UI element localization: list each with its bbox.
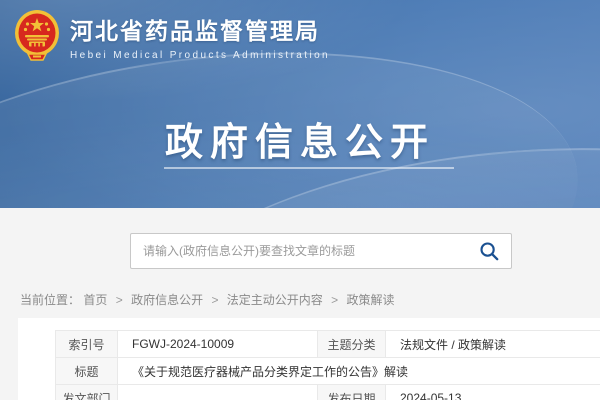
search-button[interactable]	[467, 234, 511, 268]
breadcrumb-separator: >	[331, 293, 338, 307]
breadcrumb-prefix: 当前位置：	[20, 293, 80, 307]
banner-title: 政府信息公开	[0, 111, 600, 166]
field-label-issuing-department: 发文部门	[56, 385, 118, 400]
field-value-publish-date: 2024-05-13	[386, 385, 600, 400]
table-row: 标题 《关于规范医疗器械产品分类界定工作的公告》解读	[56, 358, 600, 385]
field-label-title: 标题	[56, 358, 118, 385]
search-input[interactable]	[131, 234, 467, 268]
site-name: 河北省药品监督管理局	[70, 12, 330, 46]
breadcrumb-separator: >	[211, 293, 218, 307]
breadcrumb-item-home[interactable]: 首页	[83, 293, 107, 307]
site-name-english: Hebei Medical Products Administration	[70, 50, 330, 61]
table-row: 索引号 FGWJ-2024-10009 主题分类 法规文件 / 政策解读	[56, 331, 600, 358]
breadcrumb-separator: >	[116, 293, 123, 307]
search-icon	[479, 241, 499, 261]
table-row: 发文部门 发布日期 2024-05-13	[56, 385, 600, 400]
breadcrumb-item-policy-interpretation[interactable]: 政策解读	[347, 293, 395, 307]
field-value-index-number: FGWJ-2024-10009	[118, 331, 318, 358]
search-bar	[130, 233, 512, 269]
banner-title-underline	[164, 167, 454, 169]
field-label-publish-date: 发布日期	[318, 385, 386, 400]
field-label-index-number: 索引号	[56, 331, 118, 358]
china-national-emblem-icon	[14, 9, 60, 63]
header-banner: 河北省药品监督管理局 Hebei Medical Products Admini…	[0, 0, 600, 208]
field-value-issuing-department	[118, 385, 318, 400]
field-value-topic-category: 法规文件 / 政策解读	[386, 331, 600, 358]
field-value-title: 《关于规范医疗器械产品分类界定工作的公告》解读	[118, 358, 600, 385]
breadcrumb-item-statutory-disclosure-content[interactable]: 法定主动公开内容	[227, 293, 323, 307]
breadcrumb: 当前位置： 首页 > 政府信息公开 > 法定主动公开内容 > 政策解读	[20, 291, 395, 308]
site-logo[interactable]: 河北省药品监督管理局 Hebei Medical Products Admini…	[14, 9, 330, 63]
breadcrumb-item-gov-info-disclosure[interactable]: 政府信息公开	[131, 293, 203, 307]
info-table: 索引号 FGWJ-2024-10009 主题分类 法规文件 / 政策解读 标题 …	[55, 330, 600, 400]
site-title-group: 河北省药品监督管理局 Hebei Medical Products Admini…	[70, 12, 330, 61]
page: 河北省药品监督管理局 Hebei Medical Products Admini…	[0, 0, 600, 400]
content-card: 索引号 FGWJ-2024-10009 主题分类 法规文件 / 政策解读 标题 …	[18, 318, 600, 400]
field-label-topic-category: 主题分类	[318, 331, 386, 358]
